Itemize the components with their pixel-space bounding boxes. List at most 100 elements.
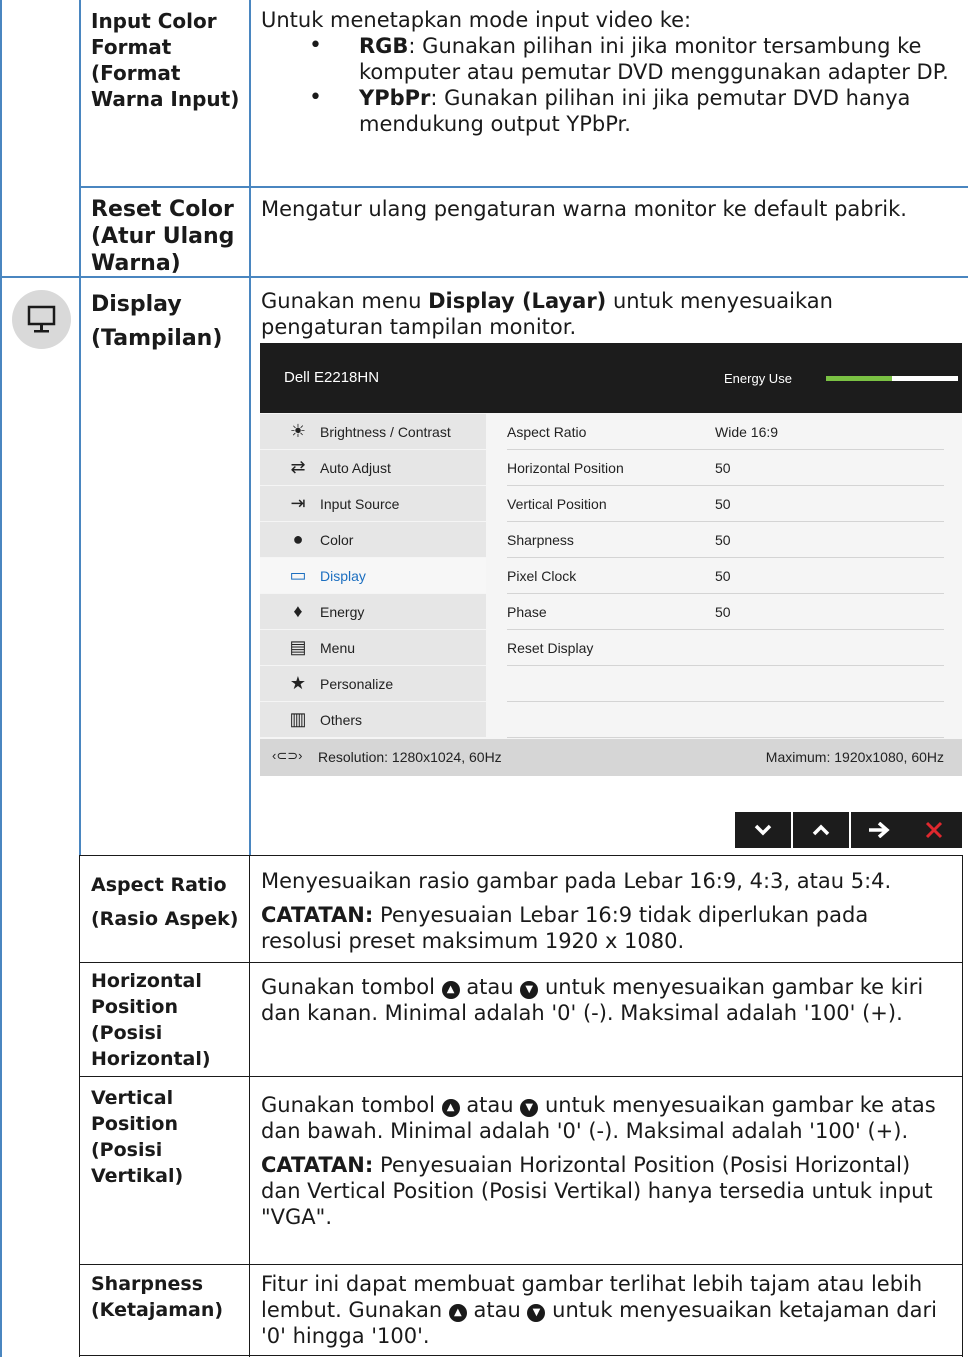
desc-bold: Display (Layar) — [428, 289, 607, 313]
row-divider — [79, 186, 968, 188]
osd-display-settings: Aspect Ratio Wide 16:9 Horizontal Position… — [507, 414, 944, 738]
osd-menu-label: Others — [320, 711, 363, 728]
osd-empty-row — [507, 702, 944, 738]
osd-menu-label: Menu — [320, 639, 356, 656]
osd-setting-row[interactable]: Pixel Clock 50 — [507, 558, 944, 594]
note: CATATAN: Penyesuaian Lebar 16:9 tidak di… — [261, 902, 951, 954]
osd-setting-row[interactable]: Phase 50 — [507, 594, 944, 630]
osd-menu-item-auto-adjust[interactable]: ⇄ Auto Adjust — [260, 450, 486, 485]
down-button-icon: ▼ — [520, 981, 539, 999]
others-icon: ▥ — [289, 709, 307, 729]
row-label-input-color-format: Input Color Format (Format Warna Input) — [91, 9, 240, 111]
osd-footer: ‹⊂⊃› Resolution: 1280x1024, 60Hz Maximum… — [260, 739, 962, 776]
osd-menu-label: Display — [320, 567, 366, 584]
row-desc-input-color-format: Untuk menetapkan mode input video ke: RG… — [261, 7, 951, 137]
brightness-icon: ☀ — [289, 421, 307, 441]
input-source-icon: ⇥ — [290, 493, 306, 513]
option-name: RGB — [359, 34, 409, 58]
desc-text: atau — [459, 1093, 521, 1117]
osd-setting-name: Vertical Position — [507, 495, 607, 512]
osd-setting-row[interactable]: Sharpness 50 — [507, 522, 944, 558]
osd-menu-item-others[interactable]: ▥ Others — [260, 702, 486, 737]
osd-menu-label: Brightness / Contrast — [320, 423, 451, 440]
display-icon: ▭ — [289, 565, 307, 585]
close-icon[interactable] — [906, 812, 962, 848]
osd-setting-value: 50 — [715, 495, 731, 512]
label-line: (Rasio Aspek) — [91, 908, 239, 930]
color-icon: ● — [292, 529, 304, 549]
osd-menu-item-input-source[interactable]: ⇥ Input Source — [260, 486, 486, 521]
osd-menu-item-menu[interactable]: ▤ Menu — [260, 630, 486, 665]
display-section-icon — [12, 290, 71, 349]
row-divider — [79, 1076, 963, 1077]
option-list: RGB: Gunakan pilihan ini jika monitor te… — [261, 33, 951, 137]
row-desc-reset-color: Mengatur ulang pengaturan warna monitor … — [261, 197, 907, 221]
osd-energy-label: Energy Use — [724, 371, 792, 386]
osd-menu-item-energy[interactable]: ♦ Energy — [260, 594, 486, 629]
osd-menu-label: Energy — [320, 603, 365, 620]
table-divider-label-col — [249, 0, 251, 855]
osd-menu-item-display[interactable]: ▭ Display — [260, 558, 486, 593]
chevron-up-icon[interactable] — [793, 812, 849, 848]
label-line: (Tampilan) — [91, 326, 223, 351]
desc-text: Gunakan tombol — [261, 975, 442, 999]
osd-menu-label: Personalize — [320, 675, 394, 692]
osd-setting-row[interactable]: Reset Display — [507, 630, 944, 666]
osd-main-menu: ☀ Brightness / Contrast ⇄ Auto Adjust ⇥ Input… — [260, 414, 486, 738]
osd-setting-value: 50 — [715, 531, 731, 548]
option-text: : Gunakan pilihan ini jika pemutar DVD h… — [359, 86, 911, 136]
row-label-horizontal-position: Horizontal Position (Posisi Horizontal) — [91, 970, 211, 1070]
osd-empty-row — [507, 666, 944, 702]
row-desc-horizontal-position: Gunakan tombol ▲ atau ▼ untuk menyesuaik… — [261, 974, 951, 1026]
row-label-reset-color: Reset Color (Atur Ulang Warna) — [91, 197, 235, 276]
desc-text: atau — [466, 1298, 528, 1322]
option-ypbpr: YPbPr: Gunakan pilihan ini jika pemutar … — [261, 85, 951, 137]
osd-setting-name: Sharpness — [507, 531, 574, 548]
osd-menu-label: Input Source — [320, 495, 400, 512]
osd-setting-name: Reset Display — [507, 639, 594, 656]
row-desc-vertical-position: Gunakan tombol ▲ atau ▼ untuk menyesuaik… — [261, 1092, 951, 1230]
up-button-icon: ▲ — [448, 1304, 467, 1322]
option-rgb: RGB: Gunakan pilihan ini jika monitor te… — [261, 33, 951, 85]
osd-menu-label: Color — [320, 531, 354, 548]
energy-icon: ♦ — [293, 601, 303, 621]
osd-maximum-resolution: Maximum: 1920x1080, 60Hz — [765, 749, 944, 765]
arrow-right-icon[interactable] — [851, 812, 907, 848]
desc-text: Gunakan tombol — [261, 1093, 442, 1117]
down-button-icon: ▼ — [520, 1099, 539, 1117]
row-divider — [79, 1264, 963, 1265]
osd-menu-item-brightness-contrast[interactable]: ☀ Brightness / Contrast — [260, 414, 486, 449]
label-line: Display — [91, 292, 182, 317]
desc-text: atau — [459, 975, 521, 999]
osd-setting-name: Aspect Ratio — [507, 423, 587, 440]
up-button-icon: ▲ — [441, 981, 460, 999]
vga-connector-icon: ‹⊂⊃› — [272, 748, 303, 763]
osd-setting-value: 50 — [715, 567, 731, 584]
option-name: YPbPr — [359, 86, 431, 110]
label-line: Aspect Ratio — [91, 874, 227, 896]
note-label: CATATAN: — [261, 1153, 374, 1177]
osd-setting-value: Wide 16:9 — [715, 423, 779, 440]
energy-use-bar — [826, 376, 958, 381]
osd-menu-screenshot: Dell E2218HN Energy Use ☀ Brightness / Co… — [260, 343, 962, 776]
note-label: CATATAN: — [261, 903, 374, 927]
down-button-icon: ▼ — [527, 1304, 546, 1322]
table-divider-icon-col — [79, 0, 81, 855]
osd-setting-name: Horizontal Position — [507, 459, 624, 476]
table-border-left — [0, 0, 2, 1357]
row-divider — [79, 855, 963, 856]
osd-model-name: Dell E2218HN — [284, 369, 380, 386]
osd-resolution: Resolution: 1280x1024, 60Hz — [318, 749, 502, 765]
osd-menu-item-personalize[interactable]: ★ Personalize — [260, 666, 486, 701]
osd-setting-row[interactable]: Aspect Ratio Wide 16:9 — [507, 414, 944, 450]
chevron-down-icon[interactable] — [735, 812, 791, 848]
osd-setting-row[interactable]: Horizontal Position 50 — [507, 450, 944, 486]
osd-setting-name: Pixel Clock — [507, 567, 577, 584]
row-label-sharpness: Sharpness (Ketajaman) — [91, 1273, 224, 1321]
up-button-icon: ▲ — [441, 1099, 460, 1117]
row-label-aspect-ratio: Aspect Ratio (Rasio Aspek) — [91, 868, 246, 936]
note: CATATAN: Penyesuaian Horizontal Position… — [261, 1152, 951, 1230]
osd-menu-item-color[interactable]: ● Color — [260, 522, 486, 557]
osd-setting-row[interactable]: Vertical Position 50 — [507, 486, 944, 522]
desc-text: Gunakan menu — [261, 289, 429, 313]
